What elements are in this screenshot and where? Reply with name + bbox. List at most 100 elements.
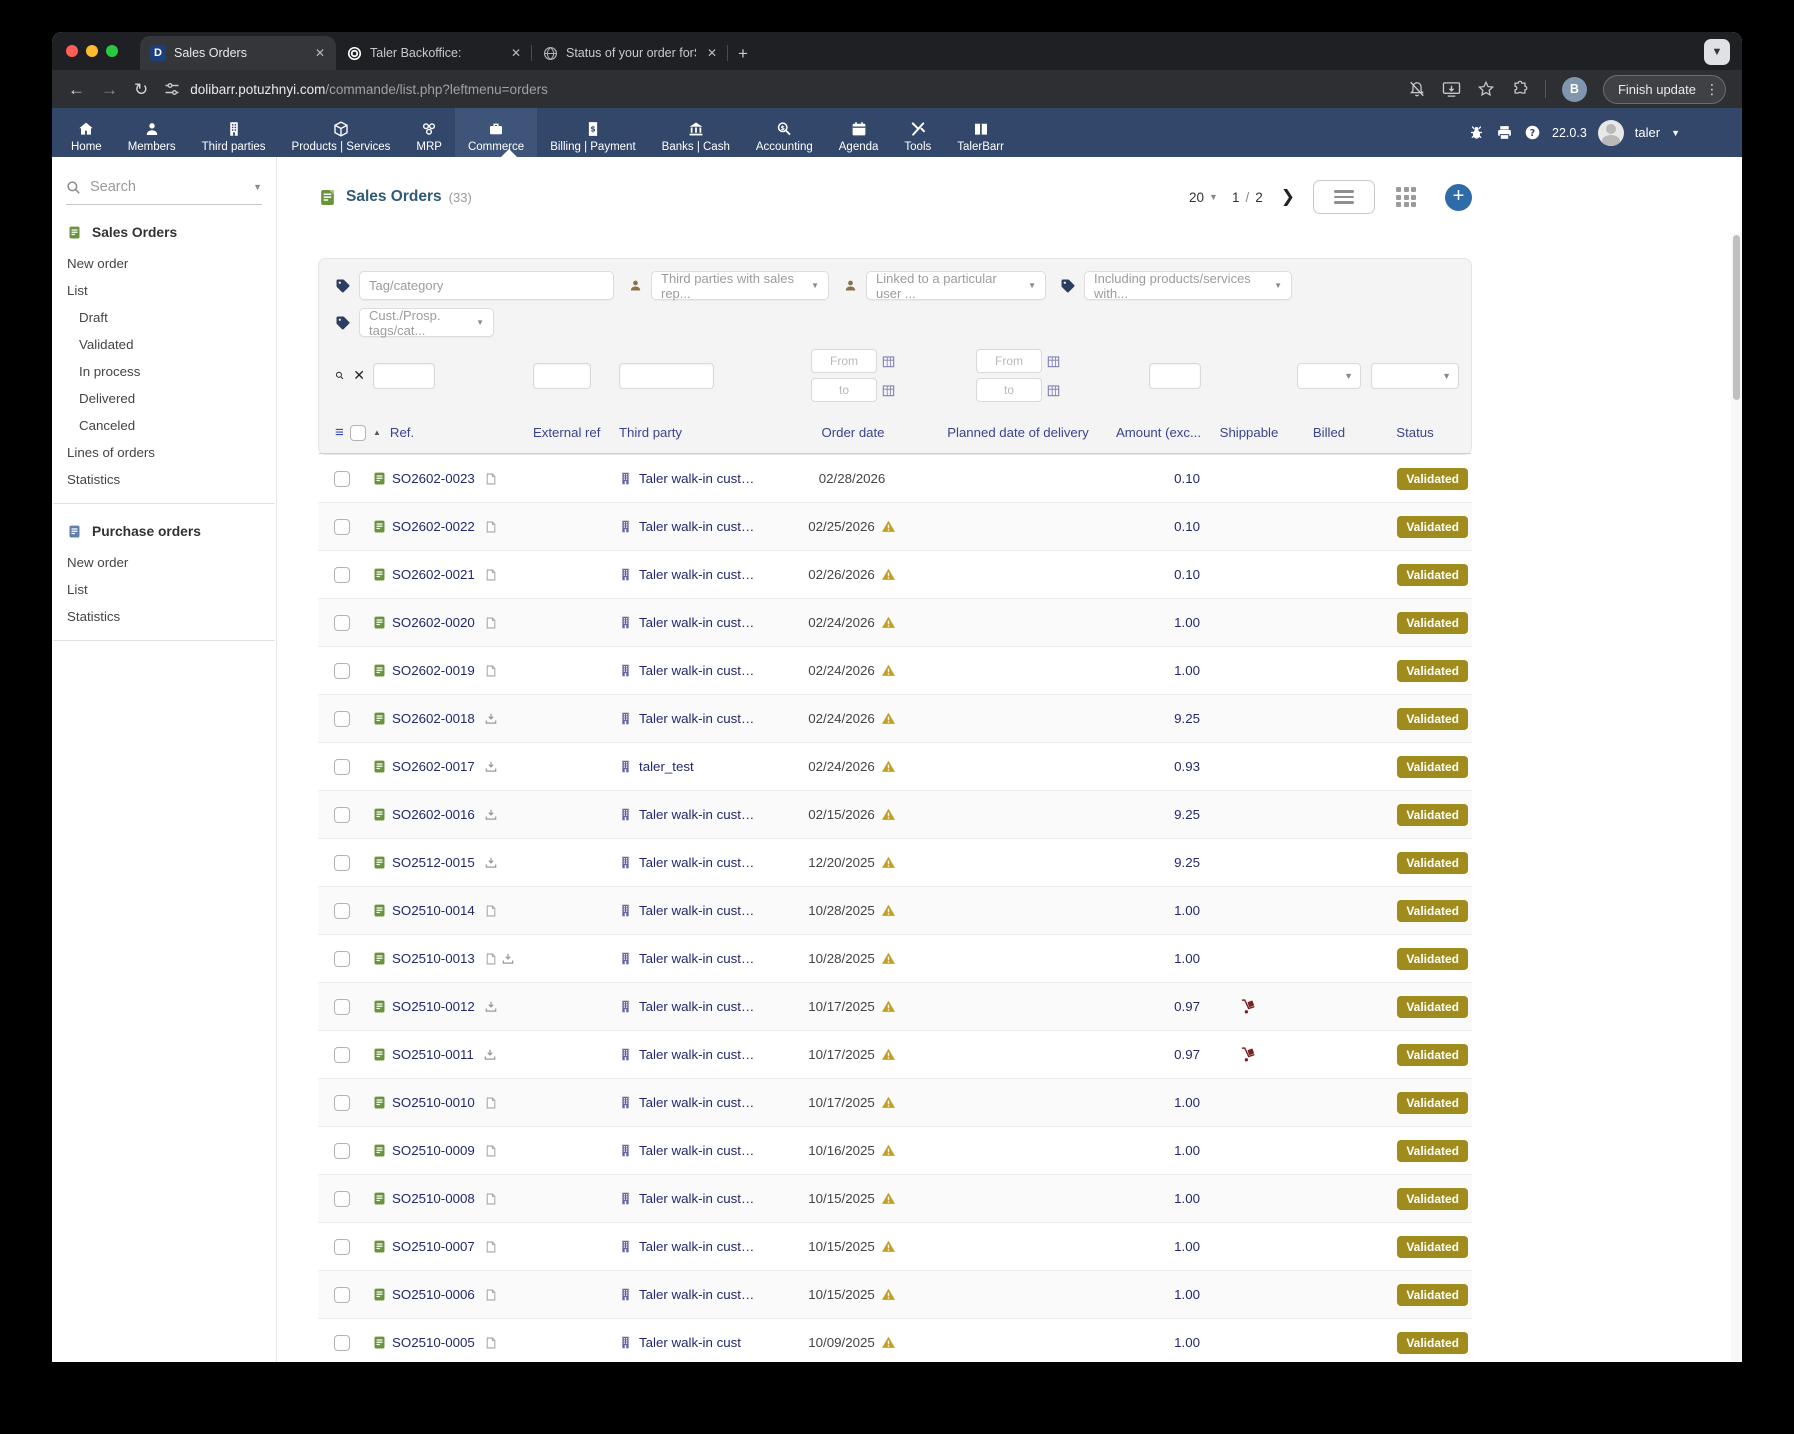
row-checkbox[interactable] (334, 663, 350, 679)
download-icon[interactable] (483, 1048, 497, 1062)
header-status[interactable]: Status (1361, 425, 1473, 440)
search-ref-input[interactable] (373, 363, 435, 389)
third-party-link[interactable]: Taler walk-in cust… (639, 615, 754, 630)
order-ref-link[interactable]: SO2510-0006 (392, 1287, 475, 1302)
third-party-link[interactable]: Taler walk-in cust… (639, 1143, 754, 1158)
header-shippable[interactable]: Shippable (1201, 425, 1297, 440)
row-checkbox[interactable] (334, 1191, 350, 1207)
amount-link[interactable]: 1.00 (1174, 1287, 1200, 1302)
sidebar-item-list[interactable]: List (53, 576, 275, 603)
order-ref-link[interactable]: SO2602-0018 (392, 711, 475, 726)
download-icon[interactable] (484, 856, 498, 870)
browser-profile-avatar[interactable]: B (1562, 77, 1587, 102)
order-ref-link[interactable]: SO2602-0016 (392, 807, 475, 822)
order-ref-link[interactable]: SO2510-0013 (392, 951, 475, 966)
chevron-down-icon[interactable]: ▼ (1671, 128, 1680, 138)
amount-link[interactable]: 1.00 (1174, 951, 1200, 966)
row-checkbox[interactable] (334, 903, 350, 919)
row-checkbox[interactable] (334, 855, 350, 871)
row-checkbox[interactable] (334, 1287, 350, 1303)
amount-link[interactable]: 0.10 (1174, 471, 1200, 486)
order-ref-link[interactable]: SO2602-0017 (392, 759, 475, 774)
search-external-ref-input[interactable] (533, 363, 591, 389)
row-checkbox[interactable] (334, 711, 350, 727)
row-checkbox[interactable] (334, 1239, 350, 1255)
tab-order-status[interactable]: Status of your order forSync ✕ (532, 36, 728, 70)
browser-menu-icon[interactable]: ⋮ (1705, 81, 1719, 98)
notifications-blocked-icon[interactable] (1408, 80, 1426, 98)
order-ref-link[interactable]: SO2602-0022 (392, 519, 475, 534)
header-planned-date[interactable]: Planned date of delivery (911, 425, 1125, 440)
order-ref-link[interactable]: SO2510-0014 (392, 903, 475, 918)
header-order-date[interactable]: Order date (795, 425, 911, 440)
order-ref-link[interactable]: SO2510-0007 (392, 1239, 475, 1254)
calendar-picker-icon[interactable] (1047, 384, 1060, 397)
tab-close-icon[interactable]: ✕ (508, 46, 524, 60)
order-date-from-input[interactable] (811, 349, 877, 373)
select-all-checkbox[interactable] (350, 425, 366, 441)
row-checkbox[interactable] (334, 1335, 350, 1351)
row-checkbox[interactable] (334, 951, 350, 967)
third-party-link[interactable]: taler_test (639, 759, 694, 774)
row-checkbox[interactable] (334, 1047, 350, 1063)
reload-icon[interactable]: ↻ (134, 81, 148, 98)
sidebar-item-validated[interactable]: Validated (53, 331, 275, 358)
search-type-caret-icon[interactable]: ▼ (253, 182, 262, 192)
third-party-link[interactable]: Taler walk-in cust… (639, 663, 754, 678)
amount-link[interactable]: 0.10 (1174, 567, 1200, 582)
linked-user-select[interactable]: Linked to a particular user ...▼ (866, 271, 1046, 300)
order-ref-link[interactable]: SO2510-0009 (392, 1143, 475, 1158)
order-ref-link[interactable]: SO2602-0023 (392, 471, 475, 486)
finish-update-button[interactable]: Finish update ⋮ (1603, 75, 1726, 104)
new-tab-button[interactable]: + (728, 44, 758, 70)
row-checkbox[interactable] (334, 1143, 350, 1159)
amount-link[interactable]: 9.25 (1174, 807, 1200, 822)
sidebar-item-statistics[interactable]: Statistics (53, 603, 275, 630)
topnav-item-tools[interactable]: Tools (891, 108, 944, 157)
address-field[interactable]: dolibarr.potuzhnyi.com/commande/list.php… (164, 81, 1392, 97)
amount-link[interactable]: 1.00 (1174, 1239, 1200, 1254)
amount-link[interactable]: 0.97 (1174, 999, 1200, 1014)
download-icon[interactable] (501, 952, 515, 966)
third-party-salesrep-select[interactable]: Third parties with sales rep...▼ (651, 271, 829, 300)
current-page[interactable]: 1 (1232, 190, 1240, 205)
help-icon[interactable]: ? (1524, 124, 1541, 141)
header-amount[interactable]: Amount (exc... (1125, 425, 1201, 440)
third-party-link[interactable]: Taler walk-in cust… (639, 855, 754, 870)
next-page-icon[interactable]: ❯ (1281, 187, 1295, 207)
topnav-item-products-services[interactable]: Products | Services (279, 108, 404, 157)
user-avatar[interactable] (1598, 120, 1624, 146)
third-party-link[interactable]: Taler walk-in cust… (639, 471, 754, 486)
extensions-icon[interactable] (1511, 80, 1529, 98)
topnav-item-members[interactable]: Members (115, 108, 189, 157)
order-ref-link[interactable]: SO2510-0010 (392, 1095, 475, 1110)
bug-icon[interactable] (1468, 124, 1485, 141)
topnav-item-mrp[interactable]: MRP (403, 108, 455, 157)
third-party-link[interactable]: Taler walk-in cust (639, 1335, 741, 1350)
header-external-ref[interactable]: External ref (533, 425, 619, 440)
third-party-link[interactable]: Taler walk-in cust… (639, 711, 754, 726)
list-view-button[interactable] (1313, 180, 1375, 214)
row-checkbox[interactable] (334, 567, 350, 583)
sidebar-item-delivered[interactable]: Delivered (53, 385, 275, 412)
header-billed[interactable]: Billed (1297, 425, 1361, 440)
planned-date-to-input[interactable] (976, 378, 1042, 402)
third-party-link[interactable]: Taler walk-in cust… (639, 999, 754, 1014)
tab-close-icon[interactable]: ✕ (312, 46, 328, 60)
forward-icon[interactable]: → (101, 81, 118, 98)
bookmark-star-icon[interactable] (1477, 80, 1495, 98)
sidebar-item-list[interactable]: List (53, 277, 275, 304)
topnav-item-home[interactable]: Home (58, 108, 115, 157)
order-ref-link[interactable]: SO2510-0011 (392, 1047, 474, 1062)
sidebar-item-statistics[interactable]: Statistics (53, 466, 275, 493)
tab-sales-orders[interactable]: D Sales Orders ✕ (140, 36, 336, 70)
download-icon[interactable] (484, 712, 498, 726)
row-checkbox[interactable] (334, 615, 350, 631)
amount-link[interactable]: 1.00 (1174, 615, 1200, 630)
header-third-party[interactable]: Third party (619, 425, 795, 440)
order-ref-link[interactable]: SO2602-0021 (392, 567, 475, 582)
third-party-link[interactable]: Taler walk-in cust… (639, 1047, 754, 1062)
order-ref-link[interactable]: SO2510-0012 (392, 999, 475, 1014)
sidebar-section-title[interactable]: Sales Orders (53, 225, 275, 240)
scrollbar[interactable] (1731, 233, 1742, 1362)
